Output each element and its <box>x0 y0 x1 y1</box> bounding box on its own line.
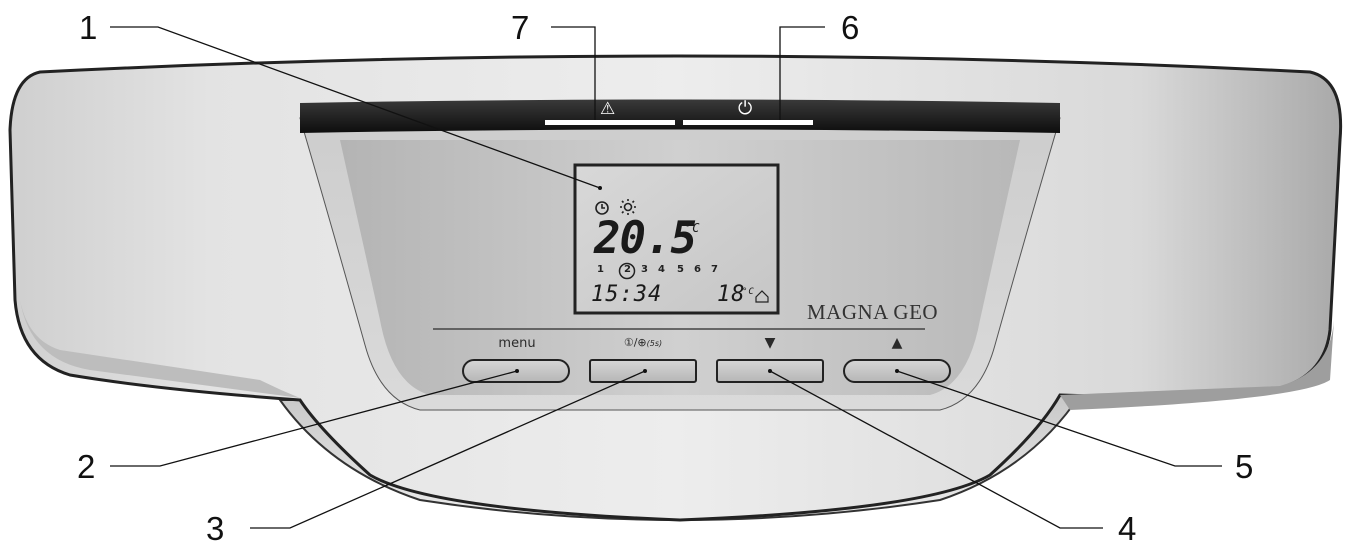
day-3: 3 <box>641 264 648 275</box>
callout-6: 6 <box>841 9 860 46</box>
clock-time: 15:34 <box>591 282 663 307</box>
menu-button-label: menu <box>498 336 536 351</box>
callout-2: 2 <box>77 448 96 485</box>
power-indicator-strip <box>683 120 813 125</box>
alarm-indicator-strip <box>545 120 675 125</box>
control-panel-diagram: ⚠ ⏻ 20.5 °C 1 2 3 4 5 6 7 15:34 18 °C MA… <box>0 0 1353 547</box>
day-1: 1 <box>597 264 604 275</box>
day-row: 1 2 3 4 5 6 7 <box>597 264 747 278</box>
callout-7: 7 <box>511 9 530 46</box>
status-bar <box>300 99 1060 133</box>
menu-button-hitarea[interactable] <box>463 360 569 382</box>
timer-icon: ⊕ <box>637 336 647 349</box>
info-button-label: ①/⊕(5s) <box>598 336 688 349</box>
callout-4: 4 <box>1118 510 1137 547</box>
info-icon: ①/ <box>623 336 638 349</box>
info-button-hitarea[interactable] <box>590 360 696 382</box>
down-button-hitarea[interactable] <box>717 360 823 382</box>
alarm-triangle-icon: ⚠ <box>600 99 616 119</box>
power-icon: ⏻ <box>738 98 753 119</box>
setback-unit: °C <box>742 287 755 297</box>
day-4: 4 <box>658 264 665 275</box>
day-6: 6 <box>694 264 701 275</box>
up-arrow-icon: ▲ <box>891 335 903 351</box>
up-button-hitarea[interactable] <box>844 360 950 382</box>
day-2: 2 <box>624 264 631 275</box>
hold-duration: (5s) <box>646 339 663 348</box>
day-7: 7 <box>711 264 718 275</box>
callout-1: 1 <box>79 9 98 46</box>
callout-3: 3 <box>206 510 225 547</box>
temperature-unit: °C <box>684 221 701 235</box>
day-5: 5 <box>677 264 684 275</box>
room-temperature-value: 20.5 <box>594 213 697 264</box>
down-arrow-icon: ▼ <box>764 335 776 351</box>
callout-5: 5 <box>1235 448 1254 485</box>
brand-logo: MAGNA GEO <box>807 300 939 324</box>
